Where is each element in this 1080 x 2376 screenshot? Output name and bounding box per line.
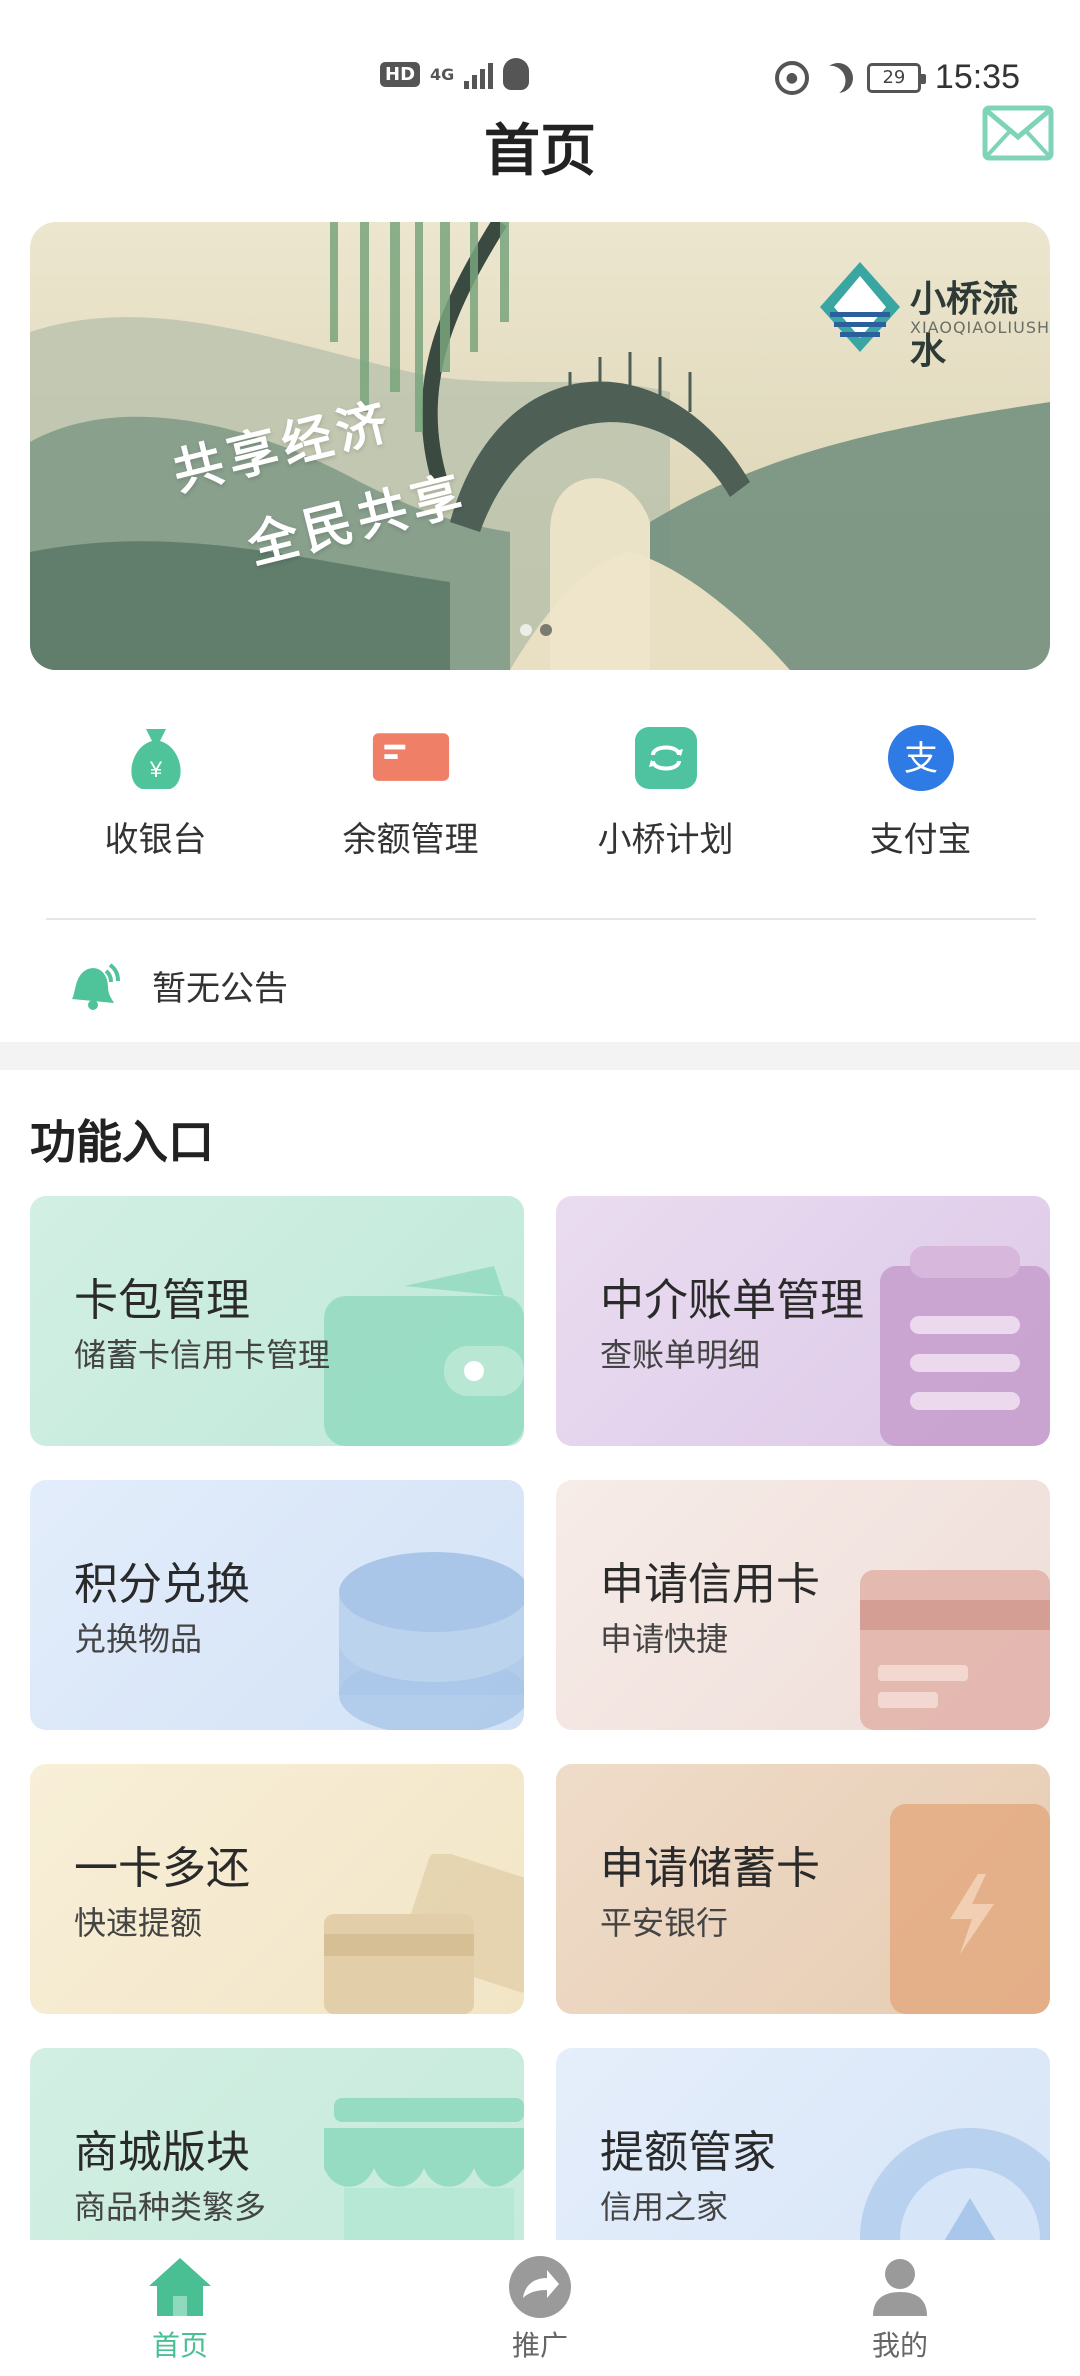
card-title: 商城版块 bbox=[74, 2127, 250, 2178]
status-right: ● 29 15:35 bbox=[774, 58, 1020, 97]
user-icon bbox=[873, 2259, 927, 2316]
battery-indicator: 29 bbox=[866, 62, 926, 93]
card-subtitle: 商品种类繁多 bbox=[74, 2188, 267, 2226]
hd-badge: HD bbox=[380, 61, 421, 87]
header: 首页 bbox=[0, 100, 1080, 200]
card-title: 卡包管理 bbox=[74, 1275, 250, 1326]
card-title: 提额管家 bbox=[600, 2127, 776, 2178]
section-title: 功能入口 bbox=[30, 1115, 214, 1169]
status-bar: HD 4G ● 29 15:35 bbox=[0, 0, 1080, 100]
section-gap bbox=[0, 1042, 1080, 1070]
card-title: 申请信用卡 bbox=[600, 1559, 820, 1610]
clipboard-icon bbox=[880, 1246, 1050, 1446]
tab-mine-label: 我的 bbox=[871, 2329, 928, 2362]
power-card-icon bbox=[890, 1804, 1050, 2014]
svg-text:支: 支 bbox=[904, 739, 938, 779]
tab-promote-label: 推广 bbox=[511, 2329, 568, 2362]
status-left: HD 4G bbox=[380, 58, 530, 90]
quick-alipay[interactable]: 支 支付宝 bbox=[793, 722, 1048, 872]
carousel-dot[interactable] bbox=[520, 624, 532, 636]
credit-card-icon bbox=[860, 1570, 1050, 1730]
qq-icon bbox=[503, 58, 530, 90]
tab-mine[interactable]: 我的 bbox=[720, 2240, 1080, 2376]
carousel-dot-active[interactable] bbox=[540, 624, 552, 636]
card-icon bbox=[371, 722, 451, 794]
cards-icon bbox=[324, 1854, 524, 2014]
coins-icon bbox=[339, 1552, 524, 1730]
network-label: 4G bbox=[430, 64, 455, 84]
svg-text:¥: ¥ bbox=[148, 757, 162, 782]
card-title: 中介账单管理 bbox=[600, 1275, 864, 1326]
carousel-dots bbox=[520, 624, 552, 636]
eye-comfort-icon: ● bbox=[774, 60, 809, 95]
banner-carousel[interactable]: 共享经济 全民共享 小桥流水 XIAOQIAOLIUSHUI bbox=[30, 222, 1050, 670]
money-bag-icon: ¥ bbox=[116, 722, 196, 794]
wallet-icon bbox=[324, 1266, 524, 1446]
card-agent-bill[interactable]: 中介账单管理 查账单明细 bbox=[556, 1196, 1050, 1446]
alipay-icon: 支 bbox=[881, 722, 961, 794]
cycle-icon bbox=[626, 722, 706, 794]
quick-cashier[interactable]: ¥ 收银台 bbox=[28, 722, 283, 872]
signal-icon bbox=[464, 59, 494, 89]
card-wallet[interactable]: 卡包管理 储蓄卡信用卡管理 bbox=[30, 1196, 524, 1446]
quick-plan[interactable]: 小桥计划 bbox=[538, 722, 793, 872]
quick-balance[interactable]: 余额管理 bbox=[283, 722, 538, 872]
clock: 15:35 bbox=[934, 58, 1020, 96]
card-subtitle: 查账单明细 bbox=[600, 1336, 761, 1374]
card-title: 积分兑换 bbox=[74, 1559, 250, 1610]
bell-icon bbox=[72, 963, 120, 1010]
card-subtitle: 申请快捷 bbox=[600, 1620, 729, 1658]
card-subtitle: 快速提额 bbox=[74, 1904, 203, 1942]
notice-bar[interactable]: 暂无公告 bbox=[60, 950, 288, 1020]
mail-icon[interactable] bbox=[982, 105, 1054, 161]
card-subtitle: 储蓄卡信用卡管理 bbox=[74, 1336, 331, 1374]
divider bbox=[46, 918, 1036, 920]
card-points[interactable]: 积分兑换 兑换物品 bbox=[30, 1480, 524, 1730]
share-icon bbox=[509, 2256, 571, 2318]
tab-home[interactable]: 首页 bbox=[0, 2240, 360, 2376]
quick-balance-label: 余额管理 bbox=[342, 820, 479, 860]
moon-icon bbox=[819, 58, 857, 96]
quick-actions: ¥ 收银台 余额管理 小桥计划 支 支付宝 bbox=[0, 722, 1080, 872]
card-subtitle: 兑换物品 bbox=[74, 1620, 203, 1658]
card-subtitle: 平安银行 bbox=[600, 1904, 729, 1942]
home-icon bbox=[149, 2258, 211, 2316]
card-credit-apply[interactable]: 申请信用卡 申请快捷 bbox=[556, 1480, 1050, 1730]
quick-cashier-label: 收银台 bbox=[104, 820, 207, 860]
card-subtitle: 信用之家 bbox=[600, 2188, 729, 2226]
page-title: 首页 bbox=[484, 119, 596, 184]
card-title: 申请储蓄卡 bbox=[600, 1843, 820, 1894]
card-multi-repay[interactable]: 一卡多还 快速提额 bbox=[30, 1764, 524, 2014]
tab-promote[interactable]: 推广 bbox=[360, 2240, 720, 2376]
notice-text: 暂无公告 bbox=[152, 968, 288, 1009]
bottom-nav: 首页 推广 我的 bbox=[0, 2240, 1080, 2376]
quick-plan-label: 小桥计划 bbox=[597, 820, 734, 860]
quick-alipay-label: 支付宝 bbox=[869, 820, 972, 860]
card-title: 一卡多还 bbox=[74, 1843, 250, 1894]
card-debit-apply[interactable]: 申请储蓄卡 平安银行 bbox=[556, 1764, 1050, 2014]
banner-brand-en: XIAOQIAOLIUSHUI bbox=[910, 318, 1050, 337]
tab-home-label: 首页 bbox=[151, 2329, 208, 2362]
